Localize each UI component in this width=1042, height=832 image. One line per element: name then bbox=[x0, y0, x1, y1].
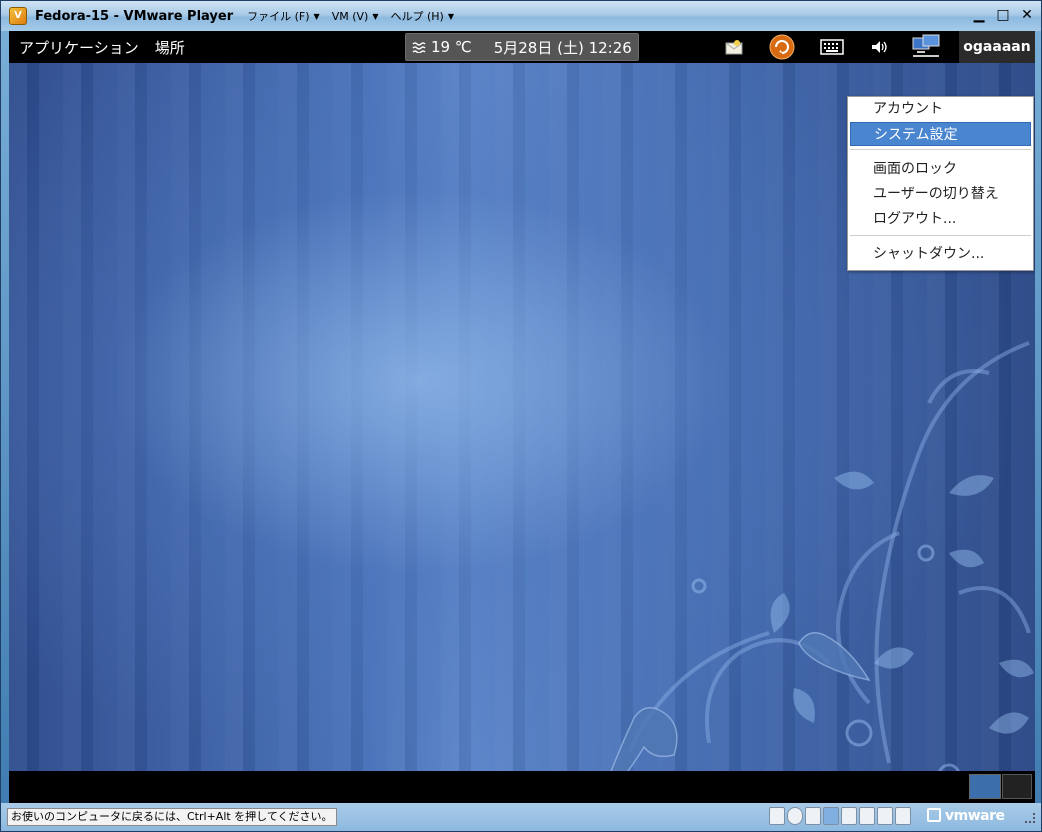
menu-separator bbox=[850, 149, 1031, 150]
title-bar[interactable]: V Fedora-15 - VMware Player ファイル (F) ▼ VM… bbox=[1, 1, 1041, 31]
wallpaper-decoration bbox=[610, 341, 1034, 771]
system-tray bbox=[721, 34, 959, 60]
usb-icon[interactable] bbox=[841, 807, 857, 825]
menu-vm-label: VM (V) bbox=[331, 9, 369, 23]
updates-icon[interactable] bbox=[769, 34, 795, 60]
network-adapter-icon[interactable] bbox=[823, 807, 839, 825]
printer-icon[interactable] bbox=[877, 807, 893, 825]
menu-file-label: ファイル (F) bbox=[247, 10, 310, 23]
menu-item-shut-down[interactable]: シャットダウン... bbox=[848, 242, 1033, 266]
chevron-down-icon: ▼ bbox=[447, 11, 454, 21]
menu-item-system-settings[interactable]: システム設定 bbox=[850, 122, 1031, 146]
clock-weather-applet[interactable]: 19 ℃ 5月28日 (土) 12:26 bbox=[405, 33, 639, 61]
menu-item-switch-user[interactable]: ユーザーの切り替え bbox=[848, 182, 1033, 206]
resize-grip-icon[interactable] bbox=[1025, 813, 1035, 823]
workspace-2[interactable] bbox=[1002, 774, 1032, 799]
menu-separator bbox=[850, 235, 1031, 236]
sound-icon[interactable] bbox=[859, 807, 875, 825]
menu-file[interactable]: ファイル (F) ▼ bbox=[247, 8, 326, 24]
menu-item-account[interactable]: アカウント bbox=[848, 97, 1033, 121]
weather-temperature: 19 ℃ bbox=[431, 38, 472, 56]
desktop-wallpaper[interactable]: アカウント システム設定 画面のロック ユーザーの切り替え ログアウト... シ… bbox=[9, 63, 1035, 771]
vmware-player-icon[interactable]: V bbox=[9, 7, 27, 25]
chevron-down-icon: ▼ bbox=[313, 11, 320, 21]
vmware-window: V Fedora-15 - VMware Player ファイル (F) ▼ VM… bbox=[0, 0, 1042, 832]
hdd-icon[interactable] bbox=[769, 807, 785, 825]
menu-help-label: ヘルプ (H) bbox=[390, 10, 444, 23]
minimize-button[interactable]: ▁ bbox=[971, 7, 987, 23]
vmware-brand: vmware bbox=[945, 808, 1005, 824]
chevron-down-icon: ▼ bbox=[372, 11, 379, 21]
fog-icon bbox=[412, 42, 426, 53]
guest-display[interactable]: アプリケーション 場所 19 ℃ 5月28日 (土) 12:26 ogaaaan… bbox=[9, 31, 1035, 803]
gnome-top-panel: アプリケーション 場所 19 ℃ 5月28日 (土) 12:26 ogaaaan bbox=[9, 31, 1035, 63]
gnome-bottom-panel bbox=[9, 771, 1035, 803]
cdrom-icon[interactable] bbox=[787, 807, 803, 825]
message-icon[interactable] bbox=[721, 34, 747, 60]
close-button[interactable]: ✕ bbox=[1019, 7, 1035, 23]
applications-menu[interactable]: アプリケーション bbox=[19, 37, 139, 58]
menu-item-log-out[interactable]: ログアウト... bbox=[848, 207, 1033, 231]
window-title: Fedora-15 - VMware Player bbox=[35, 8, 234, 24]
network-icon[interactable] bbox=[911, 34, 940, 60]
status-hint: お使いのコンピュータに戻るには、Ctrl+Alt を押してください。 bbox=[7, 808, 337, 826]
window-controls: ▁ □ ✕ bbox=[971, 7, 1035, 23]
menu-item-lock-screen[interactable]: 画面のロック bbox=[848, 157, 1033, 181]
user-menu-button[interactable]: ogaaaan bbox=[959, 31, 1035, 63]
floppy-icon[interactable] bbox=[805, 807, 821, 825]
vmware-logo: vmware bbox=[927, 808, 1005, 824]
message-log-icon[interactable] bbox=[895, 807, 911, 825]
volume-icon[interactable] bbox=[867, 34, 893, 60]
menu-help[interactable]: ヘルプ (H) ▼ bbox=[390, 8, 460, 24]
status-bar: お使いのコンピュータに戻るには、Ctrl+Alt を押してください。 vmwar… bbox=[1, 803, 1041, 831]
workspace-1[interactable] bbox=[969, 774, 1001, 799]
date-time: 5月28日 (土) 12:26 bbox=[493, 38, 632, 57]
device-icons bbox=[769, 807, 911, 825]
places-menu[interactable]: 場所 bbox=[155, 37, 185, 58]
vmware-logo-icon bbox=[927, 808, 941, 822]
user-dropdown-menu: アカウント システム設定 画面のロック ユーザーの切り替え ログアウト... シ… bbox=[847, 96, 1034, 271]
menu-vm[interactable]: VM (V) ▼ bbox=[332, 10, 385, 23]
keyboard-icon[interactable] bbox=[819, 34, 845, 60]
maximize-button[interactable]: □ bbox=[995, 7, 1011, 23]
